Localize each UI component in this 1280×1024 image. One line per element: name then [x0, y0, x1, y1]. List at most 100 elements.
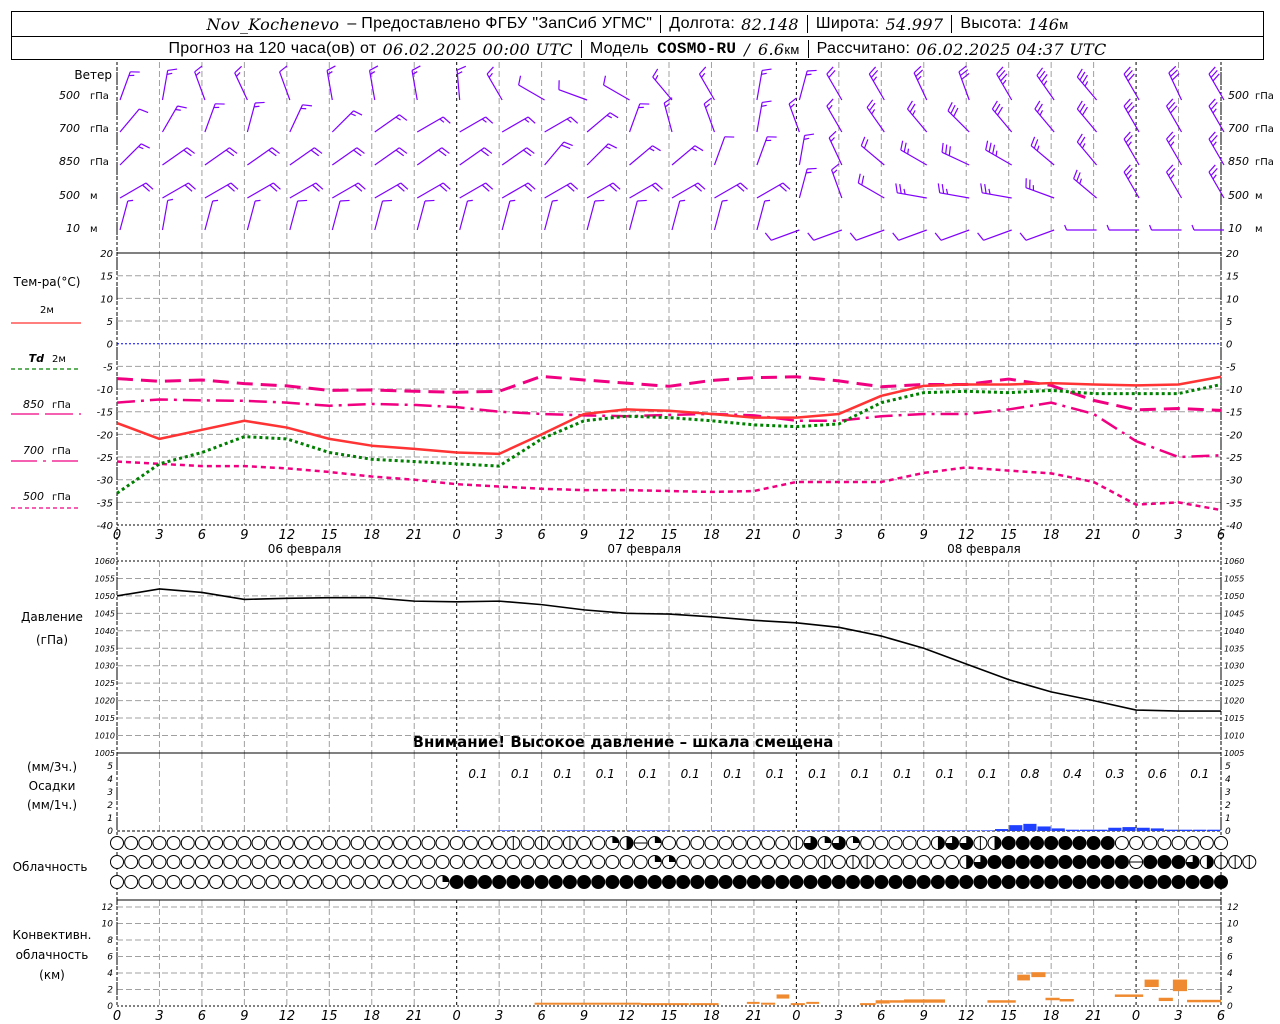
wind-barb-full [527, 116, 536, 124]
cloud-circle [562, 855, 577, 869]
wind-barb-staff [1123, 171, 1140, 199]
cloud-circle [209, 836, 224, 850]
cloud-symbol [520, 836, 535, 850]
cloud-circle [194, 875, 209, 889]
wind-barb-staff [544, 182, 571, 199]
wind-barb-staff [756, 102, 763, 133]
cloud-symbol [534, 855, 549, 869]
hour-tick-label: 12 [279, 528, 296, 543]
cloud-symbol [633, 875, 648, 889]
convective-cloud-bar [903, 999, 945, 1003]
cloud-circle [1100, 855, 1115, 869]
convective-cloud-bar [1045, 997, 1060, 1001]
cloud-symbol [1171, 855, 1186, 869]
cloud-symbol [831, 875, 846, 889]
wind-barb [161, 105, 187, 133]
cloud-circle [223, 836, 238, 850]
cloud-symbol [789, 875, 804, 889]
hour-tick-label-bottom: 6 [1217, 1009, 1225, 1024]
wind-barb-staff [826, 105, 843, 133]
cloud-symbol [1143, 836, 1158, 850]
wind-barb-half [395, 116, 401, 121]
cloud-symbol [619, 836, 634, 850]
wind-barb [756, 136, 777, 166]
cloud-symbol [237, 855, 252, 869]
cloud-circle [761, 836, 776, 850]
wind-barb [459, 116, 494, 133]
cloud-symbol [1086, 855, 1101, 869]
cloud-symbol [761, 875, 776, 889]
cloud-symbol [562, 875, 577, 889]
wind-barb [246, 199, 261, 231]
wind-barb [119, 199, 134, 231]
cloud-symbol [1058, 855, 1073, 869]
cloud-symbol [916, 855, 931, 869]
wind-barb [501, 199, 516, 231]
cloud-circle [1086, 855, 1101, 869]
cloud-symbol [1015, 836, 1030, 850]
precip-bar [754, 830, 768, 831]
wind-barb-full [953, 107, 959, 117]
wind-barb [1166, 98, 1183, 133]
wind-barb-full [297, 199, 308, 202]
convective-tick-label: 2 [107, 986, 113, 996]
cloud-circle [265, 836, 280, 850]
cloud-circle [888, 836, 903, 850]
precip-bar [627, 830, 641, 831]
cloud-symbol [718, 836, 733, 850]
wind-barb-full [895, 183, 898, 193]
cloud-circle [1214, 875, 1228, 889]
wind-barb [368, 65, 379, 101]
cloud-circle [605, 875, 620, 889]
cloud-circle [987, 855, 1002, 869]
cloud-symbol [577, 836, 592, 850]
cloud-symbol [902, 855, 917, 869]
wind-barb-half [1079, 178, 1083, 185]
cloud-circle [492, 875, 507, 889]
hour-tick-label-bottom: 15 [661, 1009, 678, 1024]
wind-barb-half [350, 113, 356, 117]
cloud-symbol [987, 875, 1002, 889]
wind-barb-half [828, 104, 833, 110]
wind-barb-staff [279, 71, 291, 101]
cloud-symbol [1058, 836, 1073, 850]
wind-barb-half [903, 188, 906, 195]
cloud-circle [1129, 875, 1144, 889]
wind-barb-staff [246, 102, 256, 133]
cloud-symbol [973, 875, 988, 889]
wind-barb [1208, 164, 1225, 199]
cloud-circle [520, 875, 535, 889]
cloud-symbol [520, 855, 535, 869]
cloud-circle [152, 875, 167, 889]
pressure-tick-label: 1045 [95, 609, 115, 618]
cloud-symbol [364, 875, 379, 889]
cloud-symbol [237, 836, 252, 850]
wind-barb-staff [501, 116, 529, 133]
wind-level-unit-right: гПа [1255, 124, 1274, 135]
cloud-circle [237, 836, 252, 850]
wind-barb [416, 199, 435, 231]
cloud-symbol [888, 855, 903, 869]
wind-barb-staff [416, 116, 444, 133]
hour-tick-label-bottom: 0 [453, 1009, 461, 1024]
temperature-tick-label-right: -25 [1226, 453, 1242, 464]
wind-level-number: 500 [59, 189, 80, 202]
wind-barb [1168, 65, 1183, 101]
cloud-symbol [662, 836, 676, 850]
cloud-circle [506, 875, 521, 889]
wind-barb-half [679, 199, 686, 202]
wind-barb-staff [456, 70, 461, 101]
wind-barb-staff [459, 182, 486, 199]
cloud-circle [1001, 836, 1016, 850]
wind-barb-full [807, 167, 817, 170]
wind-barb-full [1033, 139, 1039, 149]
cloud-symbol [973, 855, 988, 869]
hour-tick-label: 21 [1085, 528, 1102, 543]
wind-barb-full [826, 98, 834, 107]
wind-barb-half [700, 72, 706, 78]
cloud-symbol [945, 875, 960, 889]
cloud-symbol [393, 836, 408, 850]
cloud-symbol [350, 855, 365, 869]
cloud-circle [577, 875, 592, 889]
cloud-symbol [350, 836, 365, 850]
